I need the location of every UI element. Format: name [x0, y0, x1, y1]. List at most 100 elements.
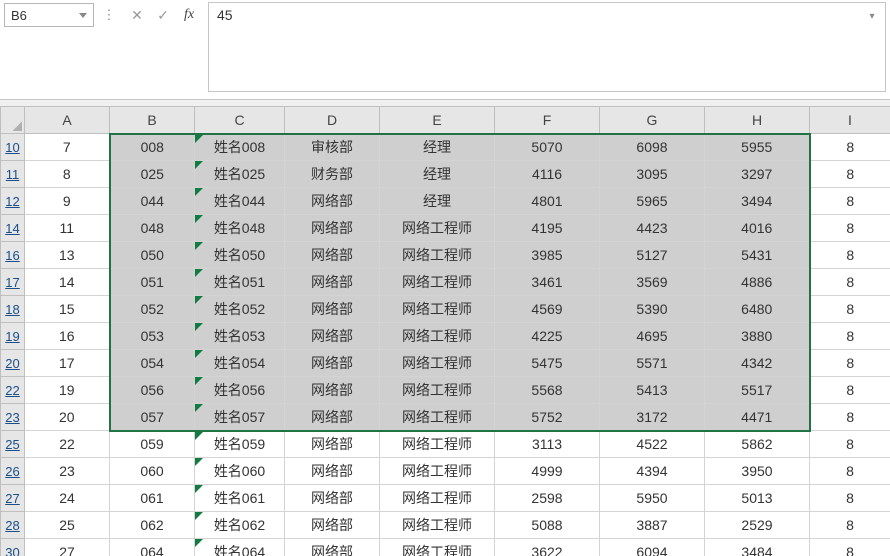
cell[interactable]: 7: [25, 134, 110, 161]
row-header[interactable]: 28: [1, 512, 25, 539]
row-header[interactable]: 25: [1, 431, 25, 458]
cell[interactable]: 4423: [600, 215, 705, 242]
cell[interactable]: 8: [25, 161, 110, 188]
cell[interactable]: 064: [110, 539, 195, 556]
cell[interactable]: 8: [810, 458, 890, 485]
cell[interactable]: 姓名060: [195, 458, 285, 485]
cell[interactable]: 网络部: [285, 242, 380, 269]
cell[interactable]: 048: [110, 215, 195, 242]
col-header-I[interactable]: I: [810, 107, 890, 134]
cell[interactable]: 25: [25, 512, 110, 539]
col-header-F[interactable]: F: [495, 107, 600, 134]
cell[interactable]: 姓名053: [195, 323, 285, 350]
name-box[interactable]: B6: [4, 3, 94, 27]
cell[interactable]: 8: [810, 296, 890, 323]
cell[interactable]: 4116: [495, 161, 600, 188]
cell[interactable]: 网络工程师: [380, 431, 495, 458]
cell[interactable]: 8: [810, 188, 890, 215]
cell[interactable]: 姓名056: [195, 377, 285, 404]
cell[interactable]: 8: [810, 323, 890, 350]
cell[interactable]: 052: [110, 296, 195, 323]
cell[interactable]: 网络部: [285, 539, 380, 556]
cell[interactable]: 3950: [705, 458, 810, 485]
row-header[interactable]: 26: [1, 458, 25, 485]
cell[interactable]: 网络部: [285, 485, 380, 512]
col-header-H[interactable]: H: [705, 107, 810, 134]
cell[interactable]: 27: [25, 539, 110, 556]
cell[interactable]: 网络部: [285, 512, 380, 539]
cell[interactable]: 姓名054: [195, 350, 285, 377]
cell[interactable]: 5571: [600, 350, 705, 377]
cell[interactable]: 24: [25, 485, 110, 512]
cell[interactable]: 5127: [600, 242, 705, 269]
cell[interactable]: 22: [25, 431, 110, 458]
cell[interactable]: 5390: [600, 296, 705, 323]
cell[interactable]: 5431: [705, 242, 810, 269]
cell[interactable]: 网络工程师: [380, 404, 495, 431]
cell[interactable]: 网络工程师: [380, 485, 495, 512]
cell[interactable]: 姓名044: [195, 188, 285, 215]
cell[interactable]: 3297: [705, 161, 810, 188]
cell[interactable]: 11: [25, 215, 110, 242]
cell[interactable]: 4225: [495, 323, 600, 350]
cell[interactable]: 姓名062: [195, 512, 285, 539]
cell[interactable]: 3484: [705, 539, 810, 556]
cell[interactable]: 8: [810, 242, 890, 269]
collapse-icon[interactable]: ▾: [865, 9, 879, 23]
cell[interactable]: 056: [110, 377, 195, 404]
cell[interactable]: 8: [810, 404, 890, 431]
col-header-B[interactable]: B: [110, 107, 195, 134]
cell[interactable]: 经理: [380, 188, 495, 215]
cell[interactable]: 4394: [600, 458, 705, 485]
cell[interactable]: 姓名061: [195, 485, 285, 512]
cell[interactable]: 19: [25, 377, 110, 404]
cell[interactable]: 姓名059: [195, 431, 285, 458]
cell[interactable]: 网络部: [285, 296, 380, 323]
col-header-G[interactable]: G: [600, 107, 705, 134]
cell[interactable]: 14: [25, 269, 110, 296]
cell[interactable]: 6480: [705, 296, 810, 323]
row-header[interactable]: 23: [1, 404, 25, 431]
cell[interactable]: 网络工程师: [380, 269, 495, 296]
cell[interactable]: 062: [110, 512, 195, 539]
cell[interactable]: 8: [810, 161, 890, 188]
cell[interactable]: 审核部: [285, 134, 380, 161]
cell[interactable]: 4522: [600, 431, 705, 458]
cell[interactable]: 网络部: [285, 431, 380, 458]
cell[interactable]: 9: [25, 188, 110, 215]
cell[interactable]: 网络部: [285, 269, 380, 296]
cell[interactable]: 8: [810, 134, 890, 161]
row-header[interactable]: 12: [1, 188, 25, 215]
cell[interactable]: 23: [25, 458, 110, 485]
cell[interactable]: 5070: [495, 134, 600, 161]
cell[interactable]: 20: [25, 404, 110, 431]
cell[interactable]: 姓名052: [195, 296, 285, 323]
row-header[interactable]: 17: [1, 269, 25, 296]
cell[interactable]: 044: [110, 188, 195, 215]
cell[interactable]: 4471: [705, 404, 810, 431]
cell[interactable]: 5568: [495, 377, 600, 404]
cell[interactable]: 5965: [600, 188, 705, 215]
cell[interactable]: 4016: [705, 215, 810, 242]
cell[interactable]: 5475: [495, 350, 600, 377]
row-header[interactable]: 10: [1, 134, 25, 161]
cell[interactable]: 6094: [600, 539, 705, 556]
cell[interactable]: 网络部: [285, 188, 380, 215]
row-header[interactable]: 27: [1, 485, 25, 512]
cell[interactable]: 网络部: [285, 377, 380, 404]
cell[interactable]: 财务部: [285, 161, 380, 188]
cell[interactable]: 网络工程师: [380, 458, 495, 485]
col-header-C[interactable]: C: [195, 107, 285, 134]
row-header[interactable]: 22: [1, 377, 25, 404]
cell[interactable]: 4886: [705, 269, 810, 296]
cell[interactable]: 4569: [495, 296, 600, 323]
cell[interactable]: 网络部: [285, 323, 380, 350]
select-all-corner[interactable]: [1, 107, 25, 134]
cell[interactable]: 5013: [705, 485, 810, 512]
cell[interactable]: 051: [110, 269, 195, 296]
spreadsheet-grid[interactable]: A B C D E F G H I 107008姓名008审核部经理507060…: [0, 106, 890, 556]
cell[interactable]: 网络工程师: [380, 350, 495, 377]
cell[interactable]: 2598: [495, 485, 600, 512]
cell[interactable]: 网络工程师: [380, 512, 495, 539]
cancel-icon[interactable]: ✕: [124, 2, 150, 28]
